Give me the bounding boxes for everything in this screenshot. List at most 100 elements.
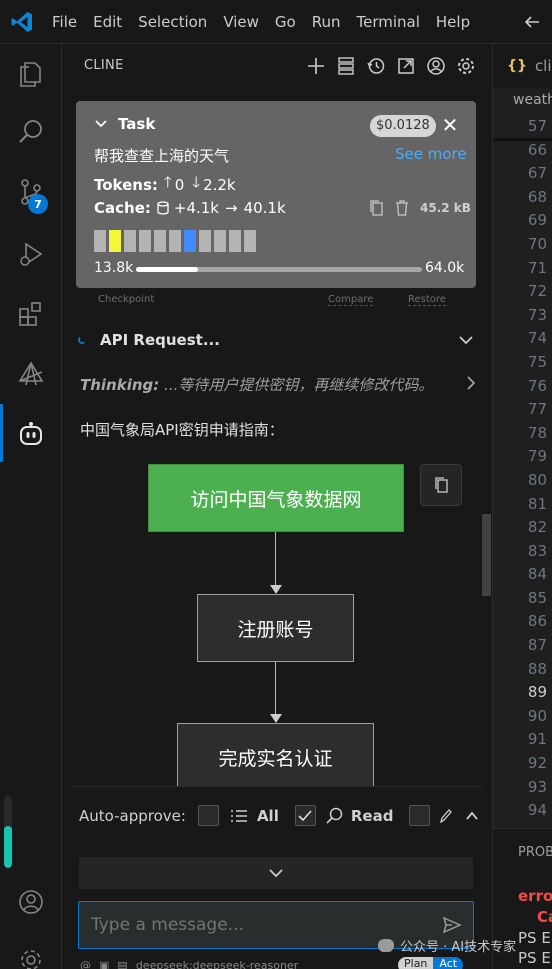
task-card: Task $0.0128 ✕ 帮我查查上海的天气 See more Tokens… — [76, 101, 476, 288]
line-number: 94 — [527, 801, 547, 820]
line-number: 90 — [527, 706, 547, 725]
flow-node-verify: 完成实名认证 — [177, 723, 374, 791]
account-icon[interactable] — [0, 878, 62, 926]
trash-icon[interactable] — [394, 199, 410, 217]
auto-approve-label: Auto-approve: — [79, 806, 186, 825]
mode-toggle[interactable]: Plan Act — [398, 957, 464, 969]
line-number: 81 — [527, 494, 547, 513]
context-block — [199, 230, 211, 252]
cache-read-value: 40.1k — [243, 199, 286, 217]
context-block — [169, 230, 181, 252]
run-debug-icon[interactable] — [0, 230, 62, 278]
chevron-right-icon[interactable] — [462, 374, 480, 396]
task-size: 45.2 kB — [420, 201, 471, 215]
context-used: 13.8k — [94, 260, 134, 276]
settings-icon[interactable] — [0, 936, 62, 969]
context-block — [229, 230, 241, 252]
flow-connector — [275, 532, 276, 585]
restore-button[interactable]: Restore — [408, 294, 446, 306]
line-number: 87 — [527, 636, 547, 655]
line-number: 75 — [527, 352, 547, 371]
model-selector[interactable]: deepseek:deepseek-reasoner — [136, 959, 298, 969]
context-blocks — [94, 230, 256, 252]
mode-act-button[interactable]: Act — [433, 957, 464, 969]
context-block — [214, 230, 226, 252]
api-request-row[interactable]: API Request... — [78, 328, 478, 352]
search-icon[interactable] — [0, 108, 62, 156]
line-number: 85 — [527, 588, 547, 607]
panel-scrollbar[interactable] — [482, 514, 491, 596]
flow-arrow — [270, 585, 282, 594]
thinking-row[interactable]: Thinking: ...等待用户提供密钥，再继续修改代码。 — [80, 374, 480, 395]
menu-terminal[interactable]: Terminal — [349, 0, 428, 44]
editor-tab[interactable]: {} cline — [493, 44, 552, 88]
flow-connector — [275, 662, 276, 714]
explorer-icon[interactable] — [0, 50, 62, 98]
compare-button[interactable]: Compare — [328, 294, 374, 306]
expand-bar[interactable] — [79, 857, 473, 889]
list-icon — [230, 809, 247, 823]
mode-plan-button[interactable]: Plan — [398, 957, 434, 969]
chevron-up-icon[interactable] — [464, 808, 480, 824]
history-icon[interactable] — [364, 54, 388, 78]
task-header[interactable]: Task — [94, 115, 155, 133]
chevron-down-icon[interactable] — [94, 117, 108, 131]
cline-icon[interactable] — [0, 410, 62, 458]
chevron-down-icon[interactable] — [454, 328, 478, 352]
flow-node-register: 注册账号 — [197, 594, 354, 662]
close-task-button[interactable]: ✕ — [438, 113, 462, 137]
extensions-icon[interactable] — [0, 290, 62, 338]
send-icon[interactable] — [442, 915, 462, 935]
popout-icon[interactable] — [394, 54, 418, 78]
context-block — [109, 230, 121, 252]
breadcrumb[interactable]: weath — [513, 92, 552, 108]
line-number: 93 — [527, 777, 547, 796]
at-icon[interactable]: @ — [80, 959, 91, 969]
copy-icon[interactable] — [368, 199, 384, 217]
menu-run[interactable]: Run — [304, 0, 349, 44]
context-block — [184, 230, 196, 252]
option-all-label: All — [256, 806, 279, 825]
read-checkbox[interactable] — [294, 805, 316, 826]
watermark-text: 公众号 · AI技术专家 — [400, 940, 517, 955]
checkpoint-label: Checkpoint — [98, 294, 155, 305]
cache-row: Cache: +4.1k → 40.1k — [94, 199, 286, 217]
copy-diagram-button[interactable] — [420, 464, 462, 506]
menu-edit[interactable]: Edit — [85, 0, 130, 44]
terminal-line: PS E — [518, 929, 551, 947]
option-read-label: Read — [350, 806, 394, 825]
arrow-down-icon: 🡓 — [192, 173, 201, 191]
line-number: 80 — [527, 470, 547, 489]
vscode-logo-icon — [0, 0, 44, 44]
line-number: 86 — [527, 612, 547, 631]
menu-go[interactable]: Go — [267, 0, 304, 44]
line-number: 70 — [527, 234, 547, 253]
flow-arrow — [270, 714, 282, 723]
back-arrow-icon[interactable] — [512, 0, 552, 44]
menu-view[interactable]: View — [215, 0, 267, 44]
editor-tab-bar: {} cline — [493, 44, 552, 88]
server-icon[interactable]: ▤ — [117, 959, 127, 969]
remote-icon[interactable] — [0, 350, 62, 398]
see-more-link[interactable]: See more — [395, 145, 467, 163]
server-icon[interactable] — [334, 54, 358, 78]
edit-checkbox[interactable] — [409, 805, 431, 826]
line-number: 84 — [527, 565, 547, 584]
menu-file[interactable]: File — [44, 0, 85, 44]
auto-approve-checkbox[interactable] — [197, 805, 219, 826]
account-icon[interactable] — [424, 54, 448, 78]
line-numbers: 57 66 67 68 69 70 71 72 73 74 75 76 77 78 79 80 81 82 83 84… — [493, 115, 552, 823]
gear-icon[interactable] — [454, 54, 478, 78]
tokens-row: Tokens: 🡑 0 🡓 2.2k — [94, 172, 236, 197]
problems-tab[interactable]: PROB — [518, 845, 552, 860]
image-icon[interactable]: ▣ — [99, 959, 109, 969]
menu-selection[interactable]: Selection — [130, 0, 215, 44]
menu-help[interactable]: Help — [428, 0, 478, 44]
guide-title: 中国气象局API密钥申请指南： — [80, 421, 284, 439]
database-icon — [157, 201, 169, 215]
context-progress-fill — [136, 267, 198, 272]
context-block — [139, 230, 151, 252]
line-number: 88 — [527, 659, 547, 678]
plus-icon[interactable] — [304, 54, 328, 78]
copy-icon — [433, 476, 449, 494]
